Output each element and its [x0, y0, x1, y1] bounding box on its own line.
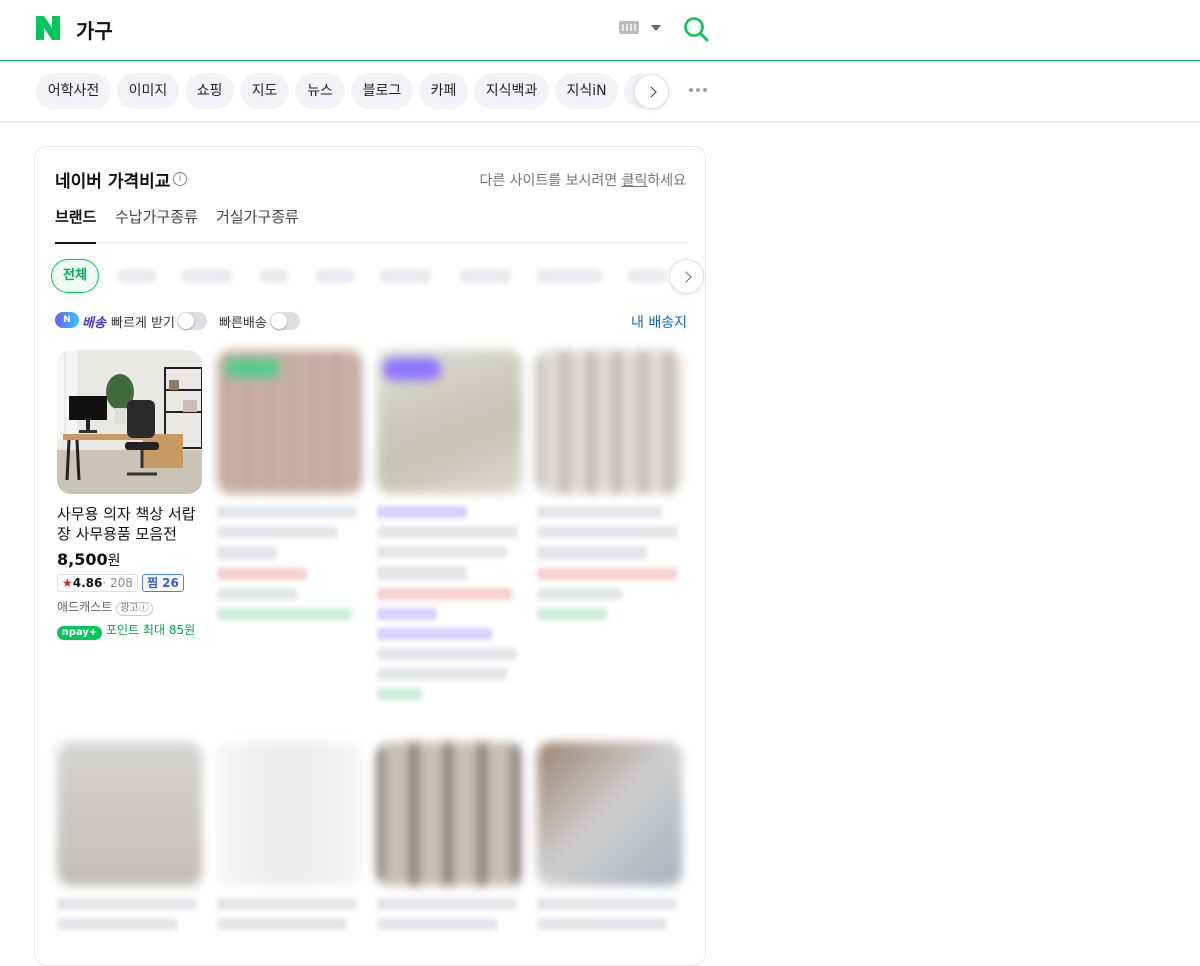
search-query[interactable]: 가구	[76, 15, 113, 44]
fast-delivery-toggle[interactable]	[270, 312, 300, 330]
npay-plus-icon: npay+	[57, 626, 102, 640]
keyboard-icon[interactable]	[619, 21, 639, 34]
my-address-link[interactable]: 내 배송지	[631, 312, 687, 332]
tab-knowledge-in[interactable]: 지식iN	[555, 73, 618, 109]
search-header: 가구	[0, 0, 1200, 60]
brand-chip[interactable]	[259, 269, 289, 283]
product-card[interactable]	[377, 742, 522, 930]
fast-receive-toggle[interactable]	[177, 312, 207, 330]
subtab-brand[interactable]: 브랜드	[55, 206, 97, 244]
info-icon[interactable]: i	[173, 172, 187, 186]
product-card[interactable]	[217, 742, 362, 930]
tab-shopping[interactable]: 쇼핑	[185, 73, 234, 109]
brand-chip[interactable]	[459, 269, 511, 283]
product-image[interactable]	[377, 742, 522, 886]
search-tab-bar: 어학사전 이미지 쇼핑 지도 뉴스 블로그 카페 지식백과 지식iN	[0, 61, 1200, 122]
product-card[interactable]	[537, 350, 682, 620]
subtab-storage-furniture[interactable]: 수납가구종류	[115, 206, 198, 227]
product-card[interactable]	[217, 350, 362, 620]
brand-scroll-right-button[interactable]	[669, 259, 704, 294]
brand-chip[interactable]	[181, 269, 233, 283]
product-image[interactable]	[537, 350, 682, 494]
search-icon[interactable]	[683, 16, 709, 42]
brand-chip[interactable]	[315, 269, 355, 283]
filter-subtabs: 브랜드 수납가구종류 거실가구종류	[55, 205, 687, 244]
product-image[interactable]	[57, 742, 202, 886]
rating-row: ★4.86· 208 찜 26	[57, 574, 202, 592]
npay-points: npay+ 포인트 최대 85원	[57, 621, 202, 640]
tab-blog[interactable]: 블로그	[351, 73, 413, 109]
brand-chip-all[interactable]: 전체	[51, 259, 99, 293]
product-image[interactable]	[377, 350, 522, 494]
product-image[interactable]	[217, 742, 362, 886]
rating-badge: ★4.86· 208	[57, 574, 138, 592]
wishlist-badge: 찜 26	[141, 574, 184, 592]
tab-scroll-right-button[interactable]	[634, 74, 669, 109]
delivery-brand-label: 배송	[82, 316, 106, 331]
tab-news[interactable]: 뉴스	[295, 73, 345, 109]
product-card[interactable]	[377, 350, 522, 700]
other-sites-notice: 다른 사이트를 보시려면 클릭하세요	[479, 173, 686, 189]
tab-cafe[interactable]: 카페	[419, 73, 468, 109]
delivery-filter-row: N 배송 빠르게 받기 빠른배송 내 배송지	[55, 311, 687, 331]
seller-name: 애드캐스트 광고ⓘ	[57, 598, 202, 616]
product-card[interactable]	[57, 742, 202, 930]
tab-dictionary[interactable]: 어학사전	[36, 73, 111, 109]
product-card[interactable]: 사무용 의자 책상 서랍장 사무용품 모음전 8,500원 ★4.86· 208…	[57, 350, 202, 640]
product-name[interactable]: 사무용 의자 책상 서랍장 사무용품 모음전	[57, 504, 202, 544]
product-price: 8,500원	[57, 550, 121, 569]
chevron-down-icon[interactable]	[651, 25, 661, 31]
product-image[interactable]	[57, 350, 202, 494]
product-card[interactable]	[537, 742, 682, 930]
tab-images[interactable]: 이미지	[117, 73, 179, 109]
n-delivery-icon: N	[55, 312, 79, 328]
brand-chip[interactable]	[379, 269, 431, 283]
brand-chip[interactable]	[627, 269, 667, 283]
ad-badge[interactable]: 광고ⓘ	[116, 602, 153, 616]
tab-map[interactable]: 지도	[240, 73, 289, 109]
other-sites-link[interactable]: 클릭	[622, 173, 648, 189]
brand-chip[interactable]	[537, 269, 603, 283]
product-image[interactable]	[217, 350, 362, 494]
brand-chip[interactable]	[117, 269, 157, 283]
fast-receive-label: 빠르게 받기	[111, 316, 175, 331]
naver-logo-icon[interactable]	[36, 16, 60, 40]
subtab-living-room-furniture[interactable]: 거실가구종류	[216, 206, 299, 227]
star-icon: ★	[62, 576, 73, 590]
price-comparison-card: 네이버 가격비교 i 다른 사이트를 보시려면 클릭하세요 브랜드 수납가구종류…	[34, 146, 706, 966]
more-icon[interactable]	[689, 88, 709, 94]
fast-delivery-label: 빠른배송	[219, 316, 267, 331]
tab-encyclopedia[interactable]: 지식백과	[474, 73, 549, 109]
product-image[interactable]	[537, 742, 682, 886]
card-title: 네이버 가격비교	[55, 172, 171, 192]
